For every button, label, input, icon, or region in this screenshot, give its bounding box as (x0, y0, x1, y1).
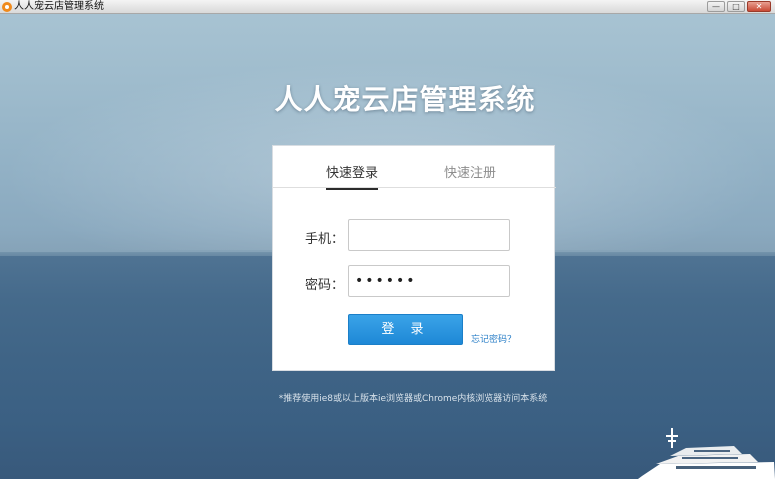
tab-quick-register[interactable]: 快速注册 (444, 162, 496, 181)
password-input[interactable] (348, 265, 510, 297)
window-title: 人人宠云店管理系统 (14, 1, 104, 12)
phone-input[interactable] (348, 219, 510, 251)
tab-quick-login[interactable]: 快速登录 (326, 162, 379, 190)
phone-label: 手机： (304, 232, 344, 247)
password-label: 密码： (304, 278, 344, 293)
browser-hint-text: *推荐使用ie8或以上版本ie浏览器或Chrome内核浏览器访问本系统 (278, 394, 548, 404)
page-title: 人人宠云店管理系统 (274, 83, 536, 116)
window-controls: — □ ✕ (707, 1, 771, 12)
maximize-button[interactable]: □ (727, 1, 745, 12)
minimize-button[interactable]: — (707, 1, 725, 12)
window-title-bar[interactable]: 人人宠云店管理系统 — □ ✕ (0, 0, 775, 14)
login-panel: 快速登录 快速注册 手机： 密码： 登 录 忘记密码？ (272, 145, 556, 371)
app-logo-icon (2, 2, 12, 12)
close-button[interactable]: ✕ (747, 1, 771, 12)
login-tabs: 快速登录 快速注册 (273, 146, 556, 190)
yacht-image (638, 428, 775, 479)
forgot-password-link[interactable]: 忘记密码？ (471, 332, 516, 345)
login-button[interactable]: 登 录 (348, 314, 463, 345)
